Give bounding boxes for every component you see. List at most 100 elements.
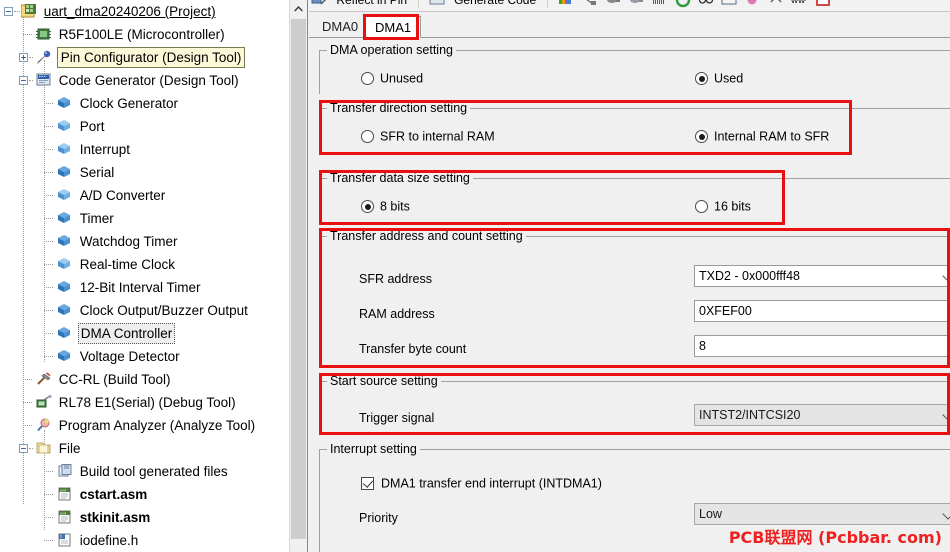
dma-settings-pane: Reflect in Pin Generate Code DMA0 DMA1 D… bbox=[309, 0, 950, 552]
radio-sfr-to-ram-indicator[interactable] bbox=[361, 130, 374, 144]
tree-item-watchdog-timer[interactable]: Watchdog Timer bbox=[0, 230, 290, 253]
arrow-icon[interactable] bbox=[768, 0, 784, 8]
expander-minus-icon[interactable] bbox=[19, 444, 28, 453]
cube-light-icon bbox=[56, 253, 74, 276]
tree-item-label: 12-Bit Interval Timer bbox=[79, 280, 201, 295]
tree-item-dma-controller[interactable]: DMA Controller bbox=[0, 322, 290, 345]
tree-item-debug-tool[interactable]: RL78 E1(Serial) (Debug Tool) bbox=[0, 391, 290, 414]
radio-sfr-to-ram-label: SFR to internal RAM bbox=[380, 129, 495, 144]
group-title: Interrupt setting bbox=[327, 441, 420, 457]
radio-8-bits[interactable]: 8 bits bbox=[361, 198, 410, 215]
ram-address-input[interactable]: 0XFEF00 bbox=[694, 300, 950, 322]
radio-8-bits-indicator[interactable] bbox=[361, 200, 374, 214]
microcontroller-icon bbox=[35, 23, 53, 46]
edit-icon[interactable] bbox=[745, 0, 761, 8]
tree-item-stkinit-asm[interactable]: asm stkinit.asm bbox=[0, 506, 290, 529]
radio-ram-to-sfr[interactable]: Internal RAM to SFR bbox=[695, 128, 829, 145]
pin-a-icon[interactable] bbox=[581, 0, 597, 8]
tree-item-timer[interactable]: Timer bbox=[0, 207, 290, 230]
tree-guide bbox=[44, 126, 53, 128]
tree-scrollbar[interactable] bbox=[289, 0, 307, 552]
chevron-down-icon[interactable] bbox=[944, 411, 950, 419]
radio-unused[interactable]: Unused bbox=[361, 70, 423, 87]
radio-used[interactable]: Used bbox=[695, 70, 743, 87]
sfr-address-label: SFR address bbox=[359, 272, 432, 286]
cube-light-icon bbox=[56, 184, 74, 207]
checkbox-dma1-transfer-end-interrupt[interactable]: DMA1 transfer end interrupt (INTDMA1) bbox=[361, 475, 602, 492]
scroll-up-button[interactable] bbox=[290, 0, 307, 17]
code-generator-toolbar[interactable]: Reflect in Pin Generate Code bbox=[309, 0, 950, 12]
scroll-thumb[interactable] bbox=[291, 19, 306, 539]
tree-item-label: DMA Controller bbox=[77, 323, 176, 344]
group-border bbox=[319, 381, 320, 435]
tab-dma1[interactable]: DMA1 bbox=[365, 16, 422, 38]
glasses-icon[interactable] bbox=[698, 0, 714, 8]
tree-guide bbox=[44, 517, 53, 519]
tree-item-program-analyzer[interactable]: Program Analyzer (Analyze Tool) bbox=[0, 414, 290, 437]
header-file-icon: h bbox=[56, 529, 74, 552]
tree-item-interrupt[interactable]: Interrupt bbox=[0, 138, 290, 161]
tree-item-file[interactable]: File bbox=[0, 437, 290, 460]
tree-item-build-tool[interactable]: CC-RL (Build Tool) bbox=[0, 368, 290, 391]
tree-item-build-generated-files[interactable]: Build tool generated files bbox=[0, 460, 290, 483]
expander-plus-icon[interactable] bbox=[19, 53, 28, 62]
window-icon[interactable] bbox=[721, 0, 737, 8]
tree-item-pin-configurator[interactable]: Pin Configurator (Design Tool) bbox=[0, 46, 290, 69]
dma-tab-strip[interactable]: DMA0 DMA1 bbox=[309, 12, 950, 38]
pin-b-icon[interactable] bbox=[605, 0, 621, 8]
tree-item-cstart-asm[interactable]: asm cstart.asm bbox=[0, 483, 290, 506]
tree-item-voltage-detector[interactable]: Voltage Detector bbox=[0, 345, 290, 368]
tree-item-label: A/D Converter bbox=[79, 188, 166, 203]
tree-item-label: Code Generator (Design Tool) bbox=[58, 73, 239, 88]
project-tree: uart_dma20240206 (Project) R5F100LE (Mic… bbox=[0, 0, 290, 552]
color-palette-icon[interactable] bbox=[558, 0, 574, 8]
tree-item-clock-output-buzzer[interactable]: Clock Output/Buzzer Output bbox=[0, 299, 290, 322]
tree-item-code-generator-tool[interactable]: Code Generator (Design Tool) bbox=[0, 69, 290, 92]
tree-item-iodefine-h[interactable]: h iodefine.h bbox=[0, 529, 290, 552]
reflect-in-pin-label[interactable]: Reflect in Pin bbox=[332, 0, 411, 11]
group-border bbox=[319, 50, 320, 94]
tab-dma0[interactable]: DMA0 bbox=[313, 16, 367, 38]
chevron-down-icon[interactable] bbox=[944, 272, 950, 280]
tree-item-serial[interactable]: Serial bbox=[0, 161, 290, 184]
checkbox-indicator[interactable] bbox=[361, 477, 374, 491]
tree-item-label: stkinit.asm bbox=[79, 510, 151, 525]
transfer-byte-count-input[interactable]: 8 bbox=[694, 335, 950, 357]
refresh-circle-icon[interactable] bbox=[675, 0, 691, 8]
tree-item-project[interactable]: uart_dma20240206 (Project) bbox=[0, 0, 290, 23]
trigger-signal-combo[interactable]: INTST2/INTCSI20 bbox=[694, 404, 950, 426]
generate-code-label[interactable]: Generate Code bbox=[450, 0, 540, 11]
pin-c-icon[interactable] bbox=[628, 0, 644, 8]
radio-16-bits-indicator[interactable] bbox=[695, 200, 708, 214]
radio-used-indicator[interactable] bbox=[695, 72, 708, 86]
tree-item-12bit-interval-timer[interactable]: 12-Bit Interval Timer bbox=[0, 276, 290, 299]
priority-combo[interactable]: Low bbox=[694, 503, 950, 525]
cube-blue-icon bbox=[56, 322, 74, 345]
tree-item-label: Build tool generated files bbox=[79, 464, 228, 479]
tree-guide bbox=[44, 218, 53, 220]
radio-sfr-to-ram[interactable]: SFR to internal RAM bbox=[361, 128, 495, 145]
railway-icon[interactable] bbox=[791, 0, 807, 8]
stop-icon[interactable] bbox=[815, 0, 831, 8]
tree-guide bbox=[44, 471, 53, 473]
tree-item-real-time-clock[interactable]: Real-time Clock bbox=[0, 253, 290, 276]
tree-item-ad-converter[interactable]: A/D Converter bbox=[0, 184, 290, 207]
chevron-down-icon[interactable] bbox=[944, 510, 950, 518]
expander-minus-icon[interactable] bbox=[19, 76, 28, 85]
group-border bbox=[319, 449, 320, 552]
tree-item-label: File bbox=[58, 441, 81, 456]
tree-item-microcontroller[interactable]: R5F100LE (Microcontroller) bbox=[0, 23, 290, 46]
sfr-address-combo[interactable]: TXD2 - 0x000fff48 bbox=[694, 265, 950, 287]
expander-minus-icon[interactable] bbox=[4, 7, 13, 16]
radio-ram-to-sfr-indicator[interactable] bbox=[695, 130, 708, 144]
tree-item-clock-generator[interactable]: Clock Generator bbox=[0, 92, 290, 115]
generate-code-icon[interactable] bbox=[429, 0, 445, 8]
tree-item-port[interactable]: Port bbox=[0, 115, 290, 138]
radio-16-bits-label: 16 bits bbox=[714, 199, 751, 214]
barcode-icon[interactable] bbox=[651, 0, 667, 8]
radio-unused-indicator[interactable] bbox=[361, 72, 374, 86]
tree-guide bbox=[29, 57, 33, 59]
reflect-in-pin-icon[interactable] bbox=[311, 0, 327, 8]
radio-16-bits[interactable]: 16 bits bbox=[695, 198, 751, 215]
project-tree-pane[interactable]: uart_dma20240206 (Project) R5F100LE (Mic… bbox=[0, 0, 308, 552]
